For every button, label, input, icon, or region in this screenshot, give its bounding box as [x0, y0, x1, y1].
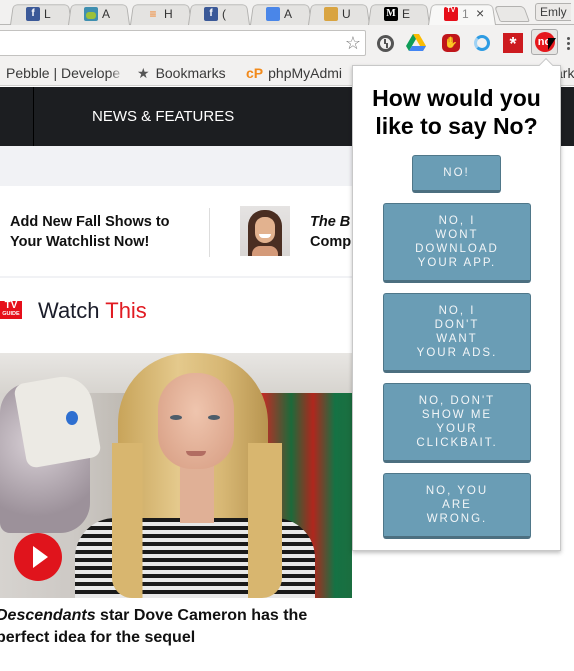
tab-title: A [284, 7, 293, 21]
google-drive-icon[interactable] [406, 33, 426, 53]
toolbar: ☆ ✋ 11 * no [0, 25, 574, 81]
chrome-menu-icon[interactable] [567, 37, 571, 51]
tab-title: 1 [462, 7, 469, 21]
tvguide-icon: TV [444, 7, 458, 21]
close-tab-icon[interactable]: × [476, 5, 484, 21]
popup-title: How would you like to say No? [372, 85, 541, 139]
site-nav: NEWS & FEATURES [0, 87, 352, 146]
tab-strip: f L A ≡ H f ( A U M E TV 1 × Emly [0, 0, 574, 26]
section-title: Watch This [38, 298, 147, 323]
browser-tab[interactable]: A [250, 2, 312, 26]
browser-tab[interactable]: U [308, 2, 370, 26]
adblock-icon[interactable]: ✋ [441, 33, 461, 53]
no-download-app-button[interactable]: NO, I WONT DOWNLOAD YOUR APP. [383, 203, 531, 283]
bookmark-phpmyadmin[interactable]: cP phpMyAdmi [246, 64, 342, 82]
tab-title: A [102, 7, 111, 21]
bookmark-folder[interactable]: ★ Bookmarks [137, 64, 226, 82]
promo-strip: Add New Fall Shows to Your Watchlist Now… [0, 186, 352, 276]
stackoverflow-icon: ≡ [149, 7, 157, 21]
browser-tab[interactable]: f L [10, 2, 72, 26]
trollface-icon [84, 7, 98, 21]
no-ads-button[interactable]: NO, I DON'T WANT YOUR ADS. [383, 293, 531, 373]
mouse-cursor [548, 38, 556, 50]
new-tab-button[interactable] [494, 6, 530, 22]
tvguide-logo: TV GUIDE [0, 301, 22, 319]
nope-popup: How would you like to say No? NO! NO, IW… [352, 65, 561, 551]
web-page: NEWS & FEATURES Add New Fall Shows to Yo… [0, 87, 352, 671]
address-bar[interactable]: ☆ [0, 30, 366, 56]
profile-button[interactable]: Emly [535, 3, 571, 21]
promo-thumbnail[interactable] [240, 206, 290, 256]
history-clock-icon[interactable] [375, 33, 395, 53]
facebook-icon: f [204, 7, 218, 21]
browser-tab[interactable]: f ( [188, 2, 250, 26]
browser-tab[interactable]: A [68, 2, 130, 26]
avatar-icon [324, 7, 338, 21]
promo-article-link[interactable]: The B Comp [310, 212, 351, 252]
tab-title: ( [222, 7, 226, 21]
lastpass-icon[interactable]: * [503, 33, 523, 54]
star-icon: ★ [137, 65, 150, 81]
no-clickbait-button[interactable]: NO, DON'T SHOW ME YOUR CLICKBAIT. [383, 383, 531, 463]
play-icon[interactable] [14, 533, 62, 581]
browser-tab[interactable]: ≡ H [130, 2, 192, 26]
browser-tab[interactable]: M E [368, 2, 430, 26]
cpanel-icon: cP [246, 65, 264, 81]
tab-title: E [402, 7, 411, 21]
section-header: TV GUIDE Watch This [0, 298, 352, 328]
nav-news-features[interactable]: NEWS & FEATURES [92, 108, 234, 125]
no-you-are-wrong-button[interactable]: NO, YOU ARE WRONG. [383, 473, 531, 539]
medium-icon: M [384, 7, 398, 21]
video-thumbnail[interactable] [0, 353, 352, 598]
tab-title: L [44, 7, 51, 21]
google-groups-icon [266, 7, 280, 21]
promo-watchlist-link[interactable]: Add New Fall Shows to Your Watchlist Now… [10, 212, 200, 252]
browser-tab-active[interactable]: TV 1 × [428, 2, 496, 26]
no-button[interactable]: NO! [412, 155, 501, 193]
bookmark-star-icon[interactable]: ☆ [345, 33, 361, 53]
tab-title: H [164, 7, 173, 21]
sync-icon[interactable] [472, 33, 492, 53]
video-caption-link[interactable]: Descendants star Dove Cameron has the pe… [0, 605, 352, 649]
bookmark-pebble[interactable]: Pebble | Develope [6, 64, 124, 82]
facebook-icon: f [26, 7, 40, 21]
tab-title: U [342, 7, 351, 21]
